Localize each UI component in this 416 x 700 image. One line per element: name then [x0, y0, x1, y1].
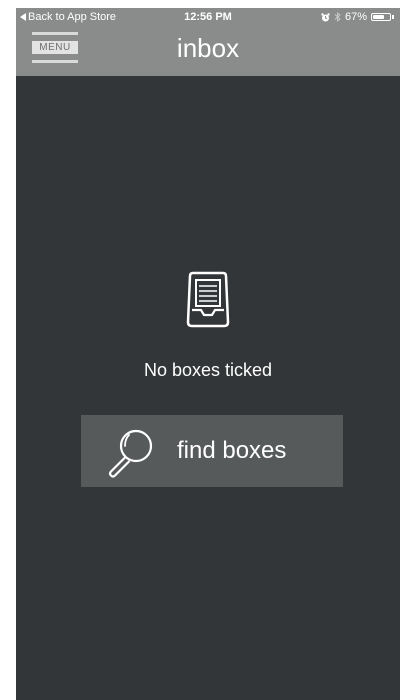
empty-state-message: No boxes ticked: [143, 360, 273, 380]
alarm-icon: [321, 12, 330, 21]
top-bar: Back to App Store 12:56 PM 67% MENU inbo…: [16, 8, 400, 76]
battery-nub: [392, 15, 394, 19]
status-bar: Back to App Store 12:56 PM 67%: [16, 8, 400, 26]
bluetooth-icon: [334, 12, 341, 22]
find-boxes-label: find boxes: [177, 437, 287, 464]
find-boxes-button[interactable]: find boxes: [81, 415, 343, 487]
inbox-tray-icon: [186, 271, 230, 328]
battery-icon: [371, 13, 391, 21]
page-title: inbox: [176, 33, 240, 63]
status-indicators: 67%: [321, 8, 394, 26]
app-screen: Back to App Store 12:56 PM 67% MENU inbo…: [16, 8, 400, 700]
battery-percent: 67%: [344, 11, 367, 23]
magnifier-icon: [108, 429, 153, 478]
battery-fill: [373, 15, 384, 19]
